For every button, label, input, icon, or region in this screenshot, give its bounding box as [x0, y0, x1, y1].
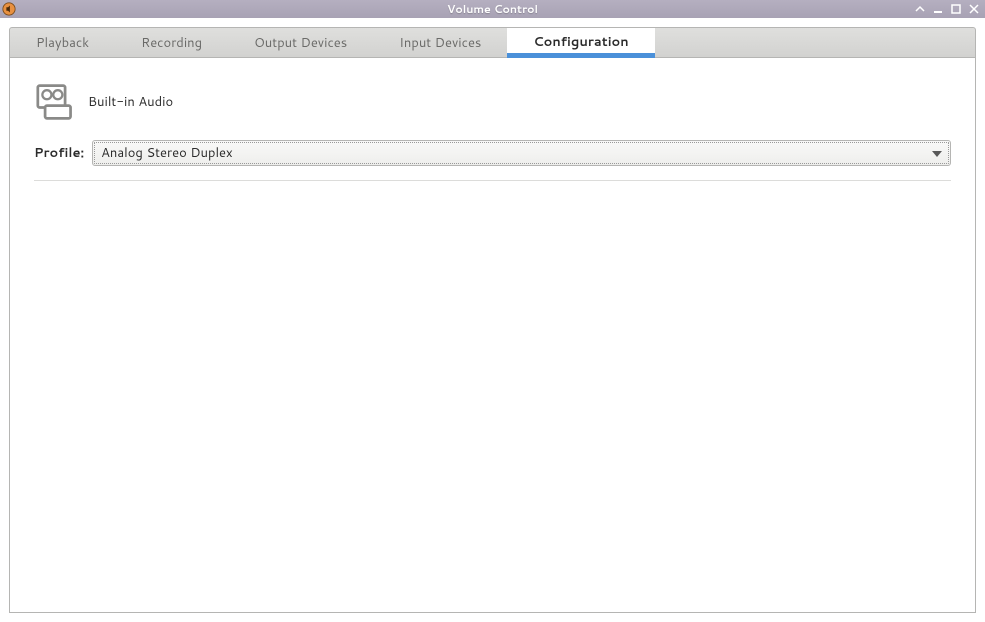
profile-select[interactable]: Analog Stereo Duplex	[92, 140, 951, 166]
minimize-button[interactable]	[931, 2, 945, 16]
divider	[34, 180, 951, 181]
app-icon	[2, 2, 16, 16]
tabbar: Playback Recording Output Devices Input …	[9, 27, 976, 58]
tab-output-devices[interactable]: Output Devices	[228, 28, 373, 57]
configuration-panel: Built-in Audio Profile: Analog Stereo Du…	[9, 58, 976, 613]
profile-selected-value: Analog Stereo Duplex	[101, 144, 233, 162]
window-title: Volume Control	[0, 1, 985, 17]
tab-label: Recording	[141, 34, 202, 52]
tab-playback[interactable]: Playback	[10, 28, 115, 57]
chevron-down-icon	[932, 144, 942, 162]
window-body: Playback Recording Output Devices Input …	[0, 18, 985, 622]
roll-up-button[interactable]	[913, 2, 927, 16]
tab-label: Input Devices	[399, 34, 481, 52]
profile-row: Profile: Analog Stereo Duplex	[34, 140, 951, 166]
device-header: Built-in Audio	[34, 82, 951, 122]
tab-label: Configuration	[533, 33, 628, 51]
close-button[interactable]	[967, 2, 981, 16]
tab-configuration[interactable]: Configuration	[507, 28, 654, 58]
tab-input-devices[interactable]: Input Devices	[373, 28, 507, 57]
audio-card-icon	[34, 82, 78, 122]
tab-label: Playback	[36, 34, 89, 52]
maximize-button[interactable]	[949, 2, 963, 16]
device-name: Built-in Audio	[88, 93, 173, 111]
titlebar: Volume Control	[0, 0, 985, 18]
profile-label: Profile:	[34, 144, 84, 162]
tab-recording[interactable]: Recording	[115, 28, 228, 57]
tab-label: Output Devices	[254, 34, 347, 52]
window-controls	[913, 2, 985, 16]
